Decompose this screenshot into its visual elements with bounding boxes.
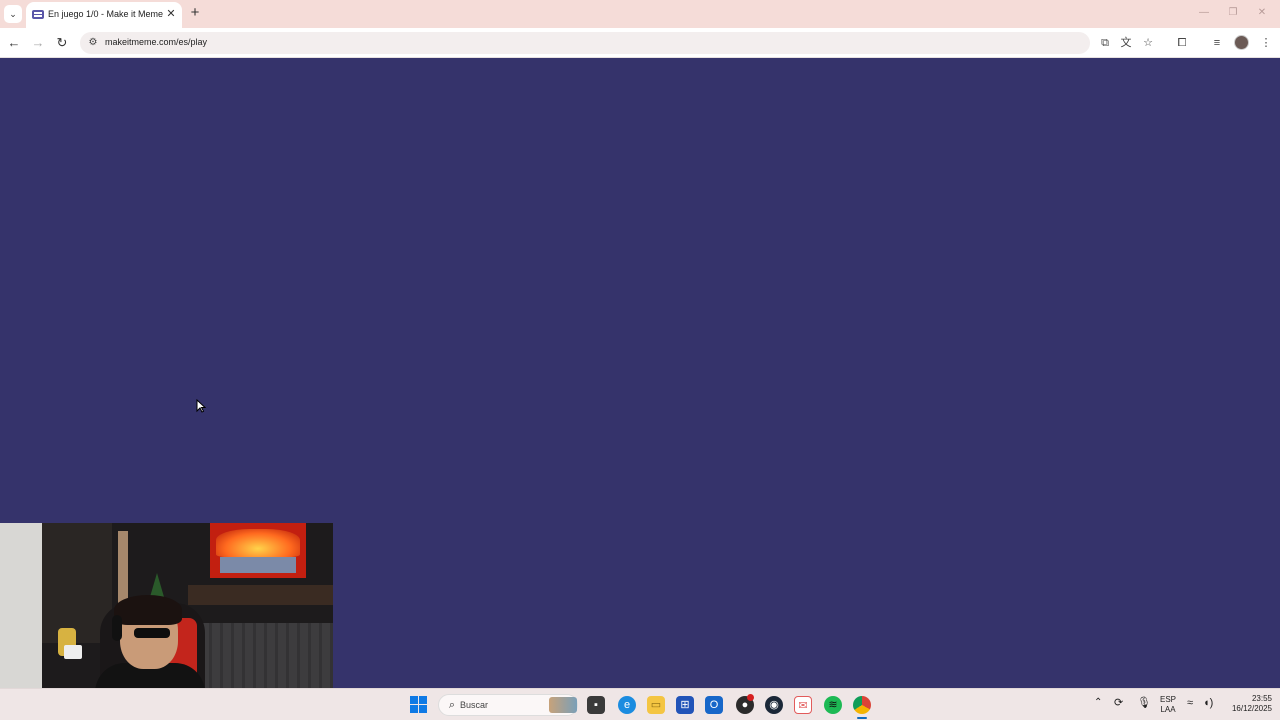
tab-strip: ⌄ En juego 1/0 - Make it Meme ✕ + — ❐ ✕ (0, 0, 1280, 28)
close-window-button[interactable]: ✕ (1255, 6, 1269, 20)
more-menu-icon[interactable]: ⋮ (1257, 34, 1275, 52)
tab-search-chevron-icon[interactable]: ⌄ (4, 5, 22, 23)
tab-title: En juego 1/0 - Make it Meme (48, 9, 164, 19)
mail-icon[interactable]: ✉ (794, 696, 812, 714)
wifi-icon[interactable]: ≈ (1187, 698, 1193, 709)
screen: ⌄ En juego 1/0 - Make it Meme ✕ + — ❐ ✕ … (0, 0, 1280, 720)
browser-toolbar: ← → ↻ ⚙ makeitmeme.com/es/play ⧉ 文 ☆ ⧠ ≡… (0, 28, 1280, 58)
store-icon[interactable]: ⊞ (676, 696, 694, 714)
search-highlight-image (549, 697, 577, 713)
language-indicator[interactable]: ESP LAA (1158, 695, 1178, 715)
reload-button[interactable]: ↻ (53, 34, 71, 52)
spotify-icon[interactable]: ≋ (824, 696, 842, 714)
tab-active[interactable]: En juego 1/0 - Make it Meme ✕ (26, 2, 182, 28)
microphone-icon[interactable]: 🎙 (1137, 698, 1151, 709)
explorer-icon[interactable]: ▪ (587, 696, 605, 714)
edge-icon[interactable]: e (618, 696, 636, 714)
address-bar[interactable]: ⚙ makeitmeme.com/es/play (80, 32, 1090, 54)
makeitmeme-favicon-icon (32, 10, 44, 19)
taskbar: ⌕ Buscar ▪ e ▭ ⊞ O ● ◉ ✉ ≋ ⌃ ⟳ 🎙 ESP LAA… (0, 688, 1280, 720)
files-icon[interactable]: ▭ (647, 696, 665, 714)
minimize-button[interactable]: — (1197, 6, 1211, 20)
notification-badge (747, 694, 754, 701)
webcam-overlay (0, 523, 333, 710)
translate-icon[interactable]: 文 (1117, 34, 1135, 52)
url-text[interactable]: makeitmeme.com/es/play (105, 37, 207, 47)
sync-icon[interactable]: ⟳ (1114, 698, 1123, 709)
install-app-icon[interactable]: ⧉ (1096, 34, 1114, 52)
extensions-icon[interactable]: ⧠ (1173, 34, 1191, 52)
outlook-icon[interactable]: O (705, 696, 723, 714)
start-icon[interactable] (410, 696, 428, 714)
reading-list-icon[interactable]: ≡ (1208, 34, 1226, 52)
clock[interactable]: 23:55 16/12/2025 (1222, 694, 1272, 714)
site-info-icon[interactable]: ⚙ (86, 36, 100, 50)
steam-icon[interactable]: ◉ (765, 696, 783, 714)
search-placeholder: Buscar (460, 700, 489, 710)
taskbar-search[interactable]: ⌕ Buscar (438, 694, 578, 716)
fireplace-tv (210, 523, 306, 578)
search-icon: ⌕ (448, 699, 456, 711)
tray-overflow-icon[interactable]: ⌃ (1094, 698, 1102, 708)
chrome-icon[interactable] (853, 696, 871, 714)
tab-close-icon[interactable]: ✕ (164, 7, 178, 21)
new-tab-button[interactable]: + (187, 5, 203, 21)
volume-icon[interactable]: ◖) (1203, 698, 1213, 709)
back-button[interactable]: ← (5, 34, 23, 52)
bookmark-star-icon[interactable]: ☆ (1139, 34, 1157, 52)
mouse-cursor-icon (196, 398, 207, 418)
forward-button[interactable]: → (29, 34, 47, 52)
profile-avatar[interactable] (1234, 35, 1249, 50)
chrome-active-indicator (857, 717, 867, 719)
maximize-button[interactable]: ❐ (1226, 6, 1240, 20)
